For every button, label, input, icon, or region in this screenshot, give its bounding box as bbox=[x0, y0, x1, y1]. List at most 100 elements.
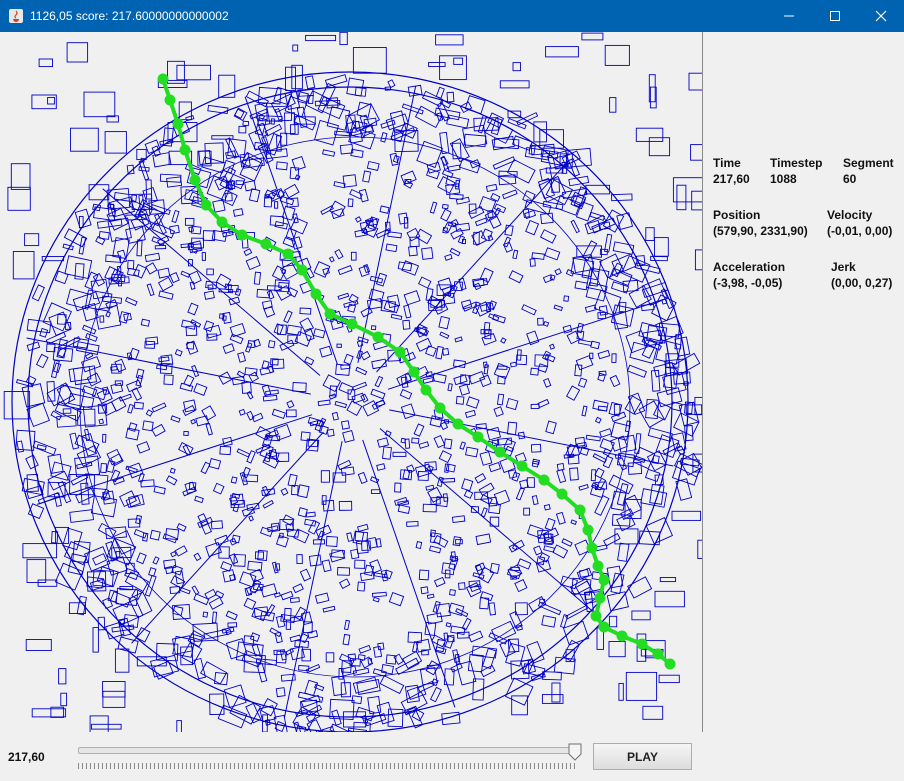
building bbox=[555, 511, 566, 525]
slider-thumb[interactable] bbox=[568, 743, 582, 761]
building bbox=[511, 695, 528, 716]
building bbox=[439, 331, 450, 339]
building bbox=[271, 408, 286, 419]
building bbox=[210, 520, 224, 530]
building bbox=[281, 205, 296, 221]
building bbox=[187, 302, 199, 316]
street bbox=[387, 299, 664, 390]
building bbox=[298, 665, 310, 672]
building bbox=[197, 513, 209, 527]
building bbox=[60, 692, 68, 707]
building bbox=[237, 351, 247, 363]
building bbox=[366, 218, 378, 227]
building bbox=[292, 583, 304, 594]
building bbox=[541, 615, 557, 628]
building bbox=[418, 569, 430, 581]
building bbox=[382, 446, 392, 460]
route-point bbox=[586, 542, 598, 554]
building bbox=[350, 251, 357, 261]
route-point bbox=[179, 144, 191, 156]
building bbox=[444, 253, 453, 261]
building bbox=[594, 467, 605, 479]
slider-track bbox=[78, 747, 580, 754]
segment-value: 60 bbox=[843, 172, 857, 186]
velocity-label: Velocity bbox=[827, 208, 873, 222]
building bbox=[197, 516, 214, 529]
building bbox=[68, 366, 92, 383]
building bbox=[625, 671, 658, 701]
building bbox=[457, 235, 466, 244]
building bbox=[287, 473, 298, 487]
building bbox=[618, 682, 624, 701]
building bbox=[292, 382, 307, 393]
building bbox=[435, 345, 444, 360]
building bbox=[503, 438, 516, 453]
building bbox=[380, 132, 388, 143]
building bbox=[273, 323, 284, 335]
building bbox=[321, 495, 327, 505]
maximize-button[interactable] bbox=[812, 0, 858, 32]
building bbox=[492, 156, 516, 170]
building bbox=[253, 271, 262, 285]
building bbox=[454, 336, 463, 343]
building bbox=[222, 569, 236, 583]
building bbox=[154, 244, 167, 250]
time-slider[interactable] bbox=[78, 743, 583, 771]
building bbox=[577, 377, 588, 388]
building bbox=[290, 124, 299, 135]
building bbox=[508, 270, 524, 284]
building bbox=[651, 294, 677, 322]
building bbox=[285, 409, 297, 418]
building bbox=[483, 364, 489, 375]
building bbox=[398, 212, 409, 225]
building bbox=[429, 415, 443, 428]
building bbox=[31, 284, 45, 302]
building bbox=[183, 430, 189, 436]
building bbox=[22, 543, 58, 559]
building bbox=[180, 270, 191, 278]
play-button[interactable]: PLAY bbox=[593, 743, 692, 770]
building bbox=[279, 339, 295, 351]
building bbox=[480, 591, 494, 602]
building bbox=[481, 333, 497, 346]
building bbox=[570, 219, 580, 234]
building bbox=[563, 295, 570, 302]
building bbox=[337, 265, 353, 276]
segment-label: Segment bbox=[843, 156, 894, 170]
route-point bbox=[310, 288, 322, 300]
building bbox=[206, 268, 214, 276]
close-button[interactable] bbox=[858, 0, 904, 32]
building bbox=[259, 526, 274, 537]
building bbox=[376, 463, 386, 471]
velocity-value: (-0,01, 0,00) bbox=[827, 224, 893, 238]
building bbox=[127, 403, 134, 414]
building bbox=[201, 405, 217, 421]
building bbox=[617, 542, 630, 562]
building bbox=[312, 539, 326, 545]
building bbox=[56, 414, 77, 428]
building bbox=[617, 457, 628, 471]
building bbox=[506, 421, 518, 436]
building bbox=[354, 559, 366, 569]
building bbox=[584, 219, 602, 235]
building bbox=[322, 374, 342, 393]
building bbox=[193, 657, 207, 680]
building bbox=[455, 539, 463, 545]
city-map-canvas[interactable] bbox=[0, 32, 703, 732]
building bbox=[218, 74, 236, 98]
building bbox=[402, 319, 411, 330]
minimize-icon bbox=[784, 15, 794, 17]
building bbox=[549, 343, 556, 350]
building bbox=[413, 423, 425, 437]
route-point bbox=[216, 216, 228, 228]
building bbox=[304, 75, 316, 90]
building bbox=[530, 443, 542, 453]
building bbox=[445, 622, 452, 628]
minimize-button[interactable] bbox=[766, 0, 812, 32]
building bbox=[594, 416, 602, 424]
building bbox=[427, 295, 441, 308]
building bbox=[347, 198, 354, 207]
building bbox=[86, 372, 102, 387]
building bbox=[543, 320, 550, 327]
building bbox=[545, 46, 579, 58]
